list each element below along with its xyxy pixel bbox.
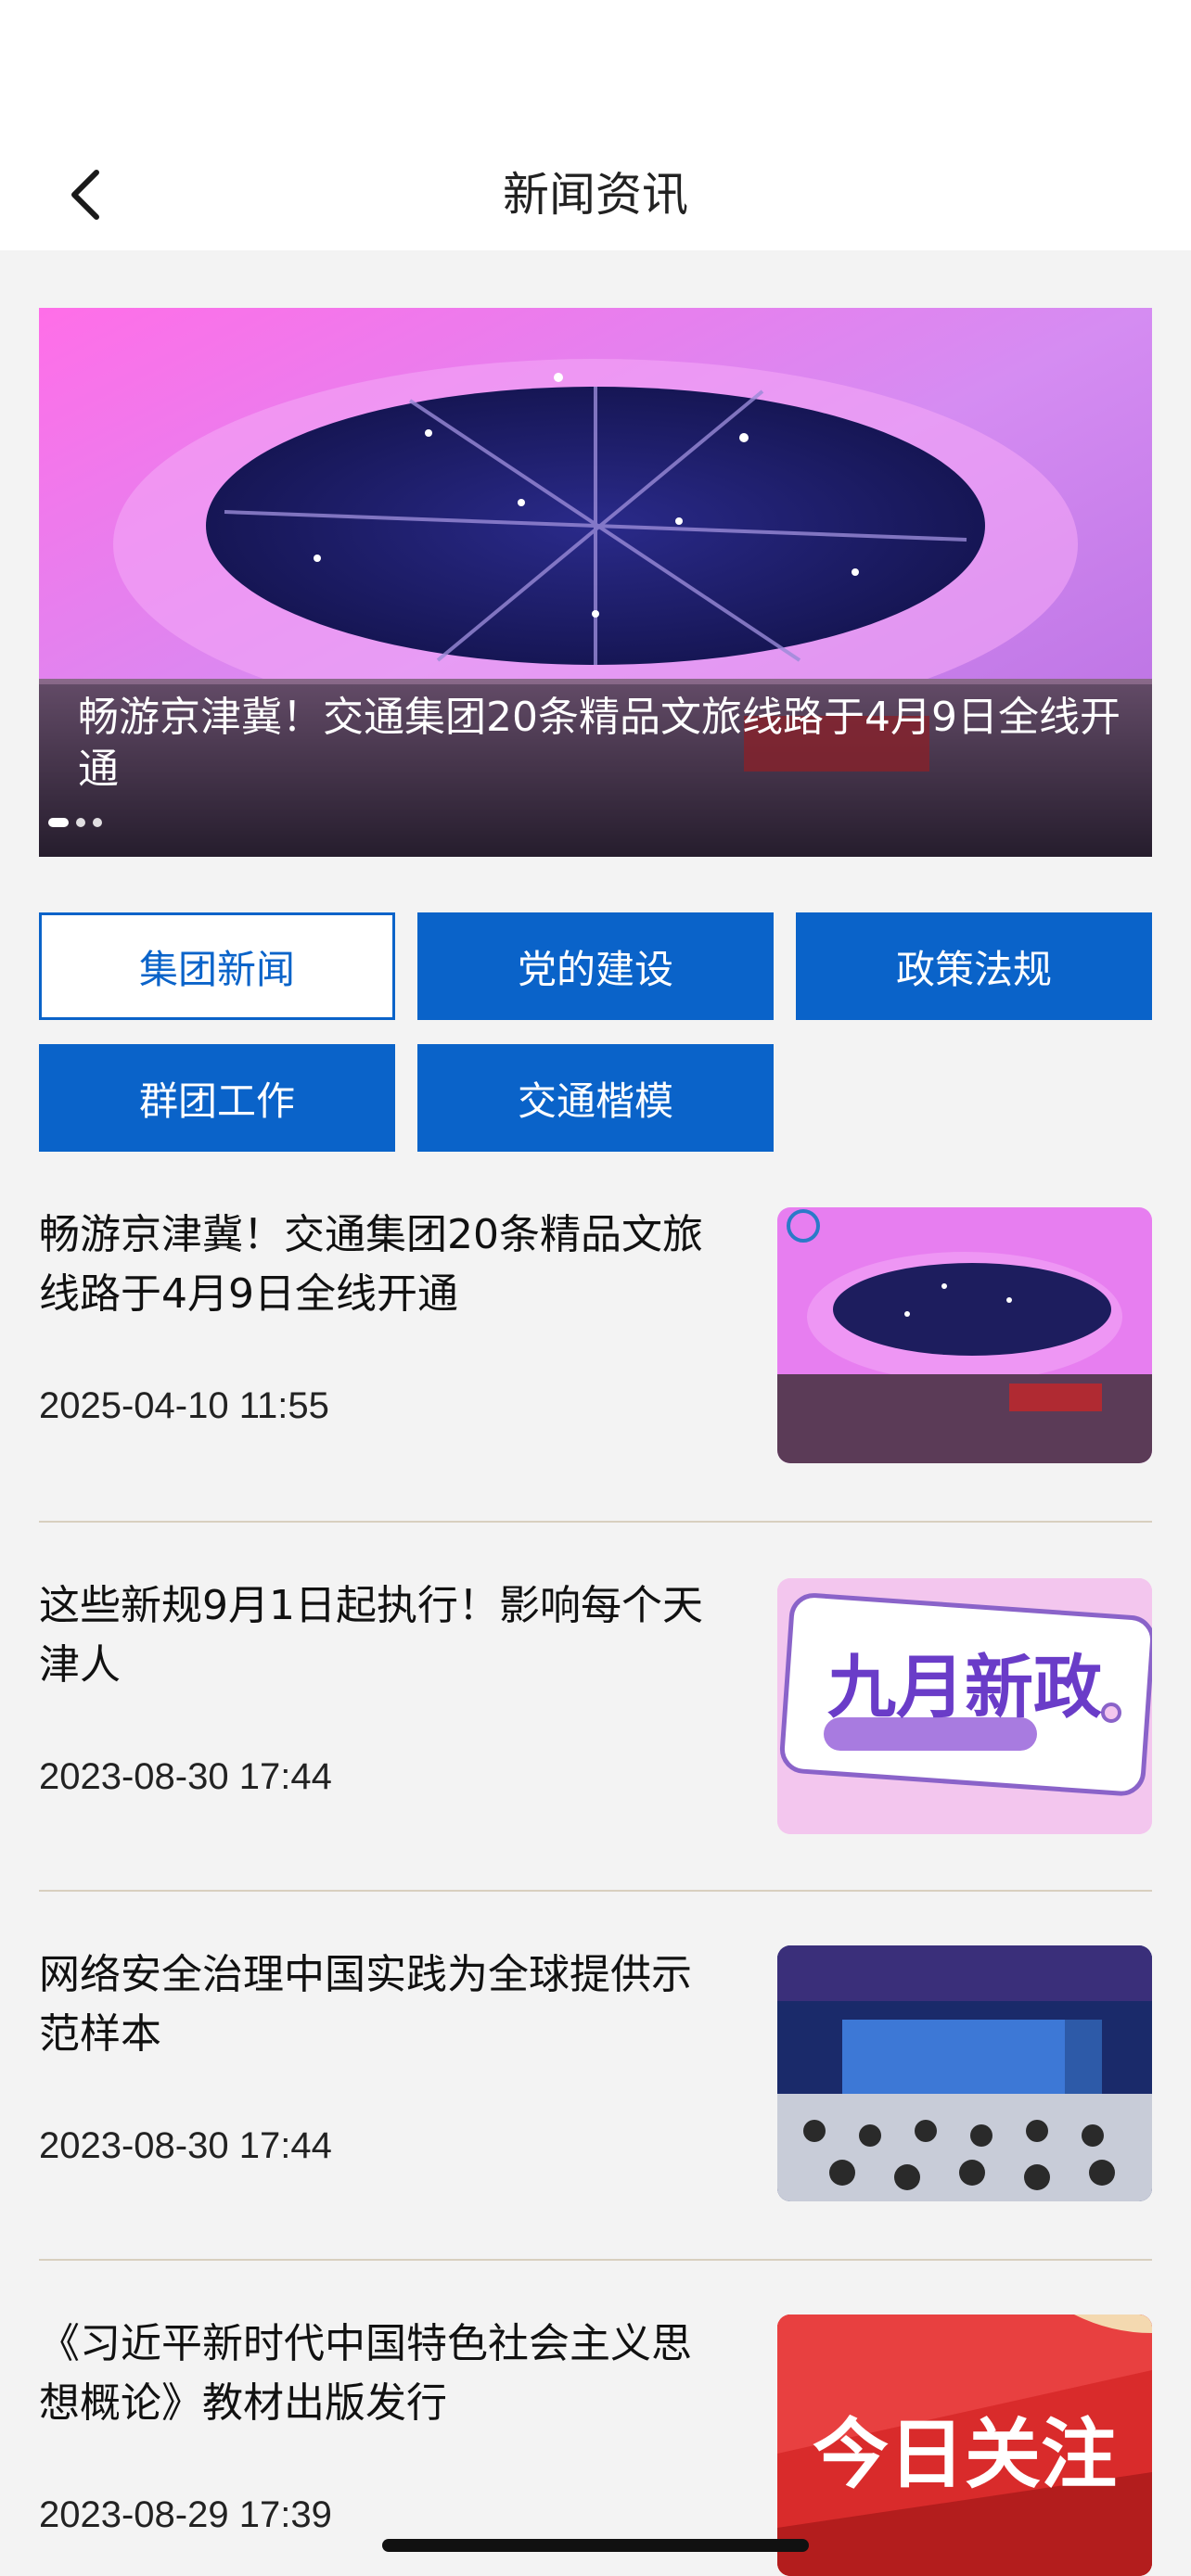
news-title: 畅游京津冀！交通集团20条精品文旅线路于4月9日全线开通 — [39, 1211, 703, 1318]
news-list-item[interactable]: 这些新规9月1日起执行！影响每个天津人 2023-08-30 17:44 九月新… — [39, 1576, 1152, 1851]
news-title: 网络安全治理中国实践为全球提供示范样本 — [39, 1951, 692, 2058]
news-list-item[interactable]: 《习近平新时代中国特色社会主义思想概论》教材出版发行 2023-08-29 17… — [39, 2315, 1152, 2576]
news-thumbnail — [777, 1945, 1152, 2201]
news-title: 这些新规9月1日起执行！影响每个天津人 — [39, 1582, 703, 1689]
carousel-indicator — [48, 816, 102, 829]
news-date: 2023-08-30 17:44 — [39, 2125, 332, 2166]
news-date: 2023-08-30 17:44 — [39, 1756, 332, 1797]
carousel-dot[interactable] — [76, 818, 85, 827]
home-indicator[interactable] — [382, 2539, 809, 2552]
thumbnail-text: 九月新政 — [827, 1648, 1102, 1728]
tab-group-news[interactable]: 集团新闻 — [39, 912, 395, 1020]
tab-mass-organization[interactable]: 群团工作 — [39, 1044, 395, 1152]
news-thumbnail: 九月新政 — [777, 1578, 1152, 1834]
news-date: 2023-08-29 17:39 — [39, 2494, 332, 2535]
divider — [39, 1890, 1152, 1892]
thumbnail-text: 今日关注 — [812, 2411, 1117, 2499]
banner-title: 畅游京津冀！交通集团20条精品文旅线路于4月9日全线开通 — [78, 694, 1121, 793]
divider — [39, 2259, 1152, 2261]
tab-policy-regulations[interactable]: 政策法规 — [796, 912, 1152, 1020]
nav-header: 新闻资讯 — [0, 0, 1191, 250]
carousel-dot[interactable] — [48, 818, 69, 827]
carousel-dot[interactable] — [93, 818, 102, 827]
news-thumbnail — [777, 1207, 1152, 1463]
divider — [39, 1521, 1152, 1523]
tab-party-building[interactable]: 党的建设 — [417, 912, 774, 1020]
tab-transport-role-models[interactable]: 交通楷模 — [417, 1044, 774, 1152]
news-list-item[interactable]: 畅游京津冀！交通集团20条精品文旅线路于4月9日全线开通 2025-04-10 … — [39, 1205, 1152, 1480]
banner-carousel[interactable]: 畅游京津冀！交通集团20条精品文旅线路于4月9日全线开通 — [39, 308, 1152, 857]
news-thumbnail: 今日关注 — [777, 2315, 1152, 2576]
news-date: 2025-04-10 11:55 — [39, 1385, 329, 1426]
news-list-item[interactable]: 网络安全治理中国实践为全球提供示范样本 2023-08-30 17:44 — [39, 1945, 1152, 2220]
page-title: 新闻资讯 — [503, 168, 688, 222]
news-title: 《习近平新时代中国特色社会主义思想概论》教材出版发行 — [39, 2320, 692, 2427]
